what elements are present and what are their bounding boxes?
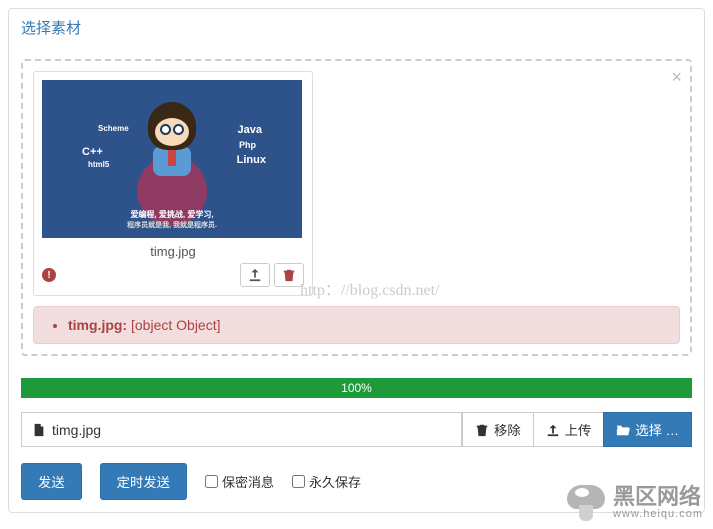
remove-button[interactable]: 移除 bbox=[462, 412, 533, 447]
thumbnail-filename: timg.jpg bbox=[42, 244, 304, 259]
send-button[interactable]: 发送 bbox=[21, 463, 82, 500]
error-item: timg.jpg: [object Object] bbox=[68, 317, 665, 333]
thumbnail-image: Java Php Linux C++ Scheme html5 爱编程, 爱挑战… bbox=[42, 80, 302, 238]
trash-icon bbox=[475, 423, 489, 437]
upload-icon bbox=[546, 423, 560, 437]
schedule-send-button[interactable]: 定时发送 bbox=[100, 463, 187, 500]
selected-file-name: timg.jpg bbox=[52, 422, 101, 438]
material-panel: 选择素材 × Java Php Linux C++ bbox=[8, 8, 705, 513]
panel-body: × Java Php Linux C++ Scheme bbox=[9, 47, 704, 368]
bottom-watermark: 黑区网络 www.heiqu.com bbox=[567, 483, 703, 523]
close-icon[interactable]: × bbox=[671, 67, 682, 88]
file-icon bbox=[32, 423, 46, 437]
browse-button[interactable]: 选择 … bbox=[603, 412, 692, 447]
secret-checkbox[interactable] bbox=[205, 475, 218, 488]
selected-file-box: timg.jpg bbox=[21, 412, 462, 447]
dropzone[interactable]: × Java Php Linux C++ Scheme bbox=[21, 59, 692, 356]
file-row: timg.jpg 移除 上传 选择 … bbox=[21, 412, 692, 447]
error-alert: timg.jpg: [object Object] bbox=[33, 306, 680, 344]
upload-icon bbox=[248, 268, 262, 282]
upload-button[interactable]: 上传 bbox=[533, 412, 604, 447]
mushroom-icon bbox=[567, 483, 607, 523]
panel-title: 选择素材 bbox=[9, 9, 704, 47]
progress-bar: 100% bbox=[21, 378, 692, 398]
permanent-checkbox-wrap[interactable]: 永久保存 bbox=[292, 472, 361, 491]
folder-open-icon bbox=[616, 423, 630, 437]
permanent-checkbox[interactable] bbox=[292, 475, 305, 488]
upload-thumb-button[interactable] bbox=[240, 263, 270, 287]
error-icon: ! bbox=[42, 268, 56, 282]
watermark-text: http：//blog.csdn.net/ bbox=[300, 276, 440, 300]
trash-icon bbox=[282, 268, 296, 282]
thumbnail-card: Java Php Linux C++ Scheme html5 爱编程, 爱挑战… bbox=[33, 71, 313, 296]
secret-checkbox-wrap[interactable]: 保密消息 bbox=[205, 472, 274, 491]
